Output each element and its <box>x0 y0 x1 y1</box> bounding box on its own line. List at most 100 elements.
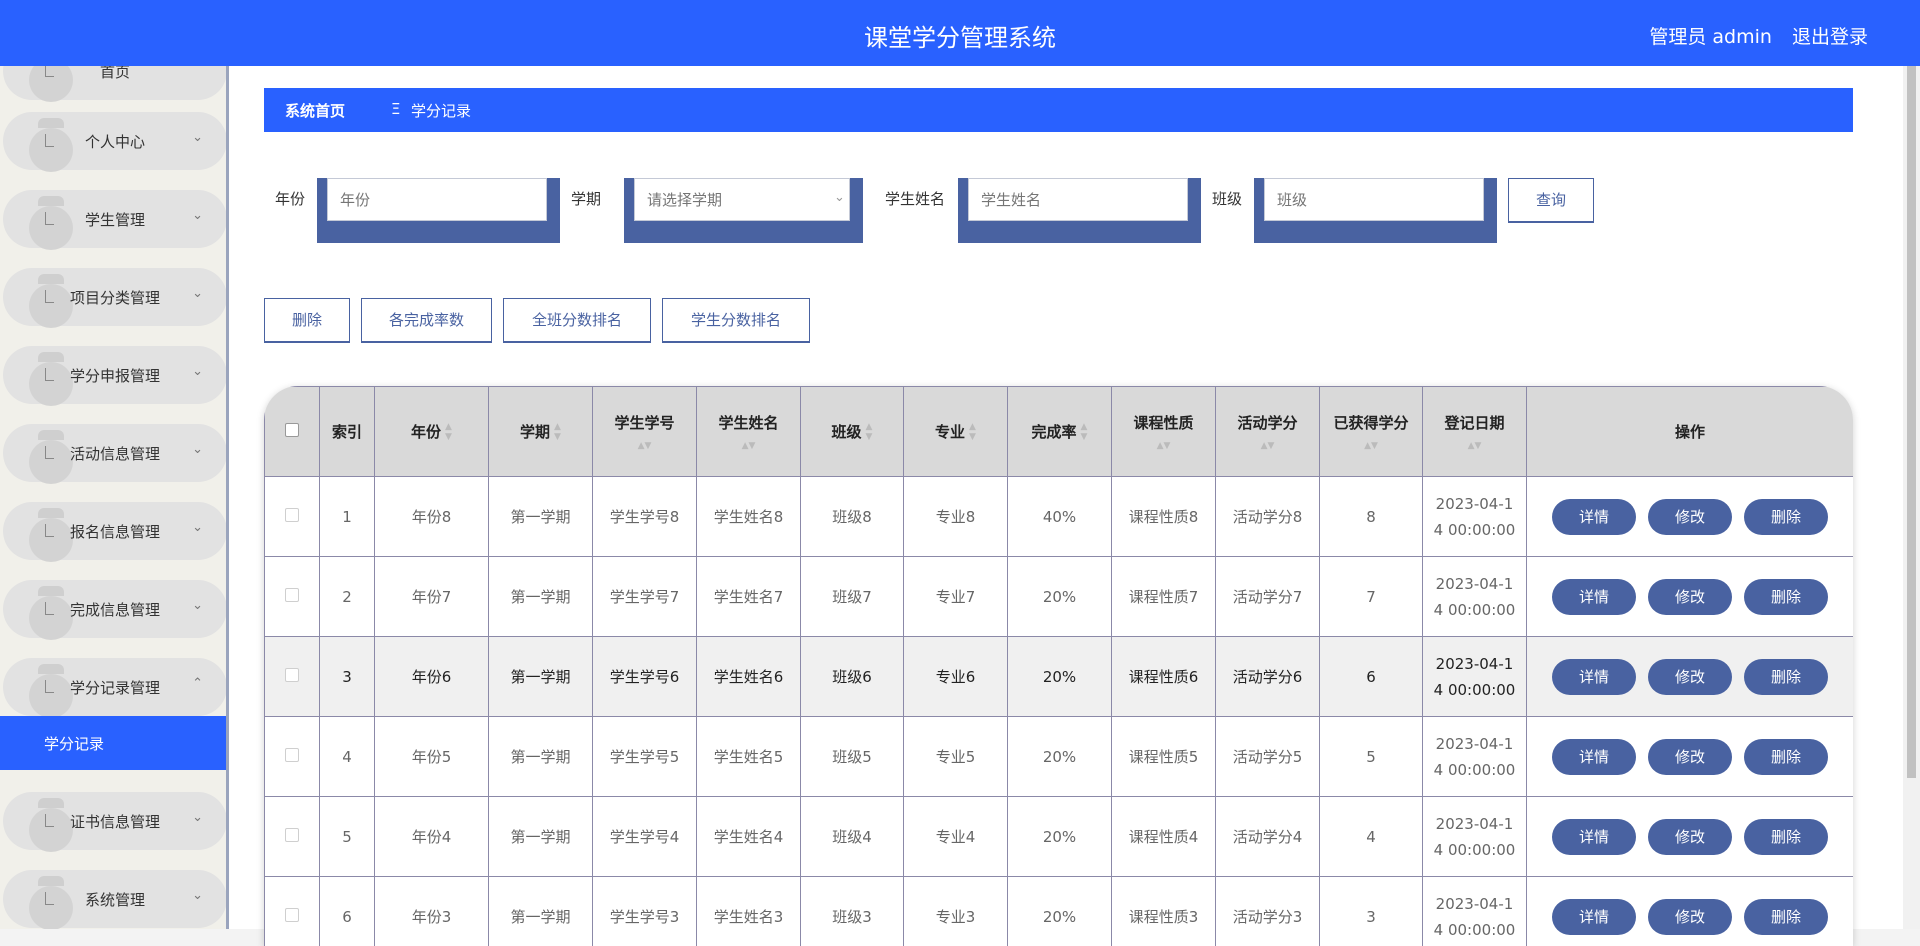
col-class[interactable]: 班级▲▼ <box>801 387 904 477</box>
page-scrollbar[interactable] <box>1903 66 1920 929</box>
scrollbar-thumb[interactable] <box>1907 66 1916 778</box>
sort-icon[interactable]: ▲▼ <box>1081 422 1088 442</box>
sidebar-item-certificates[interactable]: 证书信息管理⌄ <box>3 792 227 850</box>
sidebar-item-home[interactable]: 首页 <box>3 66 227 100</box>
logout-link[interactable]: 退出登录 <box>1792 26 1868 48</box>
col-major[interactable]: 专业▲▼ <box>904 387 1008 477</box>
sidebar: 首页 个人中心⌄ 学生管理⌄ 项目分类管理⌄ 学分申报管理⌄ 活动信息管理⌄ 报… <box>0 66 229 929</box>
col-earned-credit[interactable]: 已获得学分▲▼ <box>1320 387 1423 477</box>
detail-button[interactable]: 详情 <box>1552 579 1636 615</box>
cell-class: 班级6 <box>801 637 904 717</box>
cell-select <box>265 717 320 797</box>
edit-button[interactable]: 修改 <box>1648 579 1732 615</box>
row-delete-button[interactable]: 删除 <box>1744 739 1828 775</box>
cell-index: 1 <box>320 477 375 557</box>
breadcrumb-home[interactable]: 系统首页 <box>285 100 345 121</box>
detail-button[interactable]: 详情 <box>1552 819 1636 855</box>
row-checkbox[interactable] <box>285 908 299 922</box>
table-row: 6年份3第一学期学生学号3学生姓名3班级3专业320%课程性质3活动学分3320… <box>265 877 1854 946</box>
col-completion-rate[interactable]: 完成率▲▼ <box>1008 387 1112 477</box>
cell-year: 年份8 <box>375 477 489 557</box>
cell-class: 班级7 <box>801 557 904 637</box>
query-button[interactable]: 查询 <box>1508 178 1594 223</box>
edit-button[interactable]: 修改 <box>1648 499 1732 535</box>
breadcrumb-current: 学分记录 <box>411 100 471 121</box>
sort-icon[interactable]: ▲▼ <box>697 441 800 451</box>
row-delete-button[interactable]: 删除 <box>1744 579 1828 615</box>
edit-button[interactable]: 修改 <box>1648 819 1732 855</box>
date-line: 4 00:00:00 <box>1423 757 1526 783</box>
cell-course-nature: 课程性质3 <box>1112 877 1216 946</box>
cell-student-no: 学生学号7 <box>593 557 697 637</box>
edit-button[interactable]: 修改 <box>1648 739 1732 775</box>
detail-button[interactable]: 详情 <box>1552 899 1636 935</box>
cell-register-date: 2023-04-14 00:00:00 <box>1423 877 1527 946</box>
edit-button[interactable]: 修改 <box>1648 659 1732 695</box>
chevron-down-icon: ⌄ <box>192 810 203 825</box>
term-select[interactable] <box>634 178 850 221</box>
completion-rate-button[interactable]: 各完成率数 <box>361 298 492 343</box>
sidebar-item-system[interactable]: 系统管理⌄ <box>3 870 227 928</box>
table-row: 5年份4第一学期学生学号4学生姓名4班级4专业420%课程性质4活动学分4420… <box>265 797 1854 877</box>
col-term[interactable]: 学期▲▼ <box>489 387 593 477</box>
sidebar-subitem-credit-record[interactable]: 学分记录 <box>0 716 228 770</box>
sort-icon[interactable]: ▲▼ <box>445 422 452 442</box>
detail-button[interactable]: 详情 <box>1552 739 1636 775</box>
col-year[interactable]: 年份▲▼ <box>375 387 489 477</box>
cell-student-no: 学生学号8 <box>593 477 697 557</box>
sort-icon[interactable]: ▲▼ <box>1216 441 1319 451</box>
year-input[interactable] <box>327 178 547 221</box>
row-delete-button[interactable]: 删除 <box>1744 499 1828 535</box>
sort-icon[interactable]: ▲▼ <box>554 422 561 442</box>
cell-completion-rate: 20% <box>1008 637 1112 717</box>
col-student-name[interactable]: 学生姓名▲▼ <box>697 387 801 477</box>
cell-activity-credit: 活动学分5 <box>1216 717 1320 797</box>
class-rank-button[interactable]: 全班分数排名 <box>503 298 651 343</box>
cell-select <box>265 637 320 717</box>
cell-term: 第一学期 <box>489 877 593 946</box>
sort-icon[interactable]: ▲▼ <box>593 441 696 451</box>
sidebar-item-categories[interactable]: 项目分类管理⌄ <box>3 268 227 326</box>
sidebar-item-profile[interactable]: 个人中心⌄ <box>3 112 227 170</box>
row-checkbox[interactable] <box>285 828 299 842</box>
table-row: 2年份7第一学期学生学号7学生姓名7班级7专业720%课程性质7活动学分7720… <box>265 557 1854 637</box>
sort-icon[interactable]: ▲▼ <box>1112 441 1215 451</box>
select-all-checkbox[interactable] <box>285 423 299 437</box>
row-checkbox[interactable] <box>285 588 299 602</box>
sort-icon[interactable]: ▲▼ <box>969 422 976 442</box>
edit-button[interactable]: 修改 <box>1648 899 1732 935</box>
chevron-down-icon: ⌄ <box>192 130 203 145</box>
cell-earned-credit: 6 <box>1320 637 1423 717</box>
col-student-no[interactable]: 学生学号▲▼ <box>593 387 697 477</box>
cell-activity-credit: 活动学分6 <box>1216 637 1320 717</box>
sidebar-item-credit-apply[interactable]: 学分申报管理⌄ <box>3 346 227 404</box>
row-checkbox[interactable] <box>285 508 299 522</box>
student-name-input[interactable] <box>968 178 1188 221</box>
detail-button[interactable]: 详情 <box>1552 499 1636 535</box>
sidebar-item-activities[interactable]: 活动信息管理⌄ <box>3 424 227 482</box>
sidebar-item-signups[interactable]: 报名信息管理⌄ <box>3 502 227 560</box>
delete-button[interactable]: 删除 <box>264 298 350 343</box>
sidebar-item-credit-records[interactable]: 学分记录管理⌃ <box>3 658 227 716</box>
row-delete-button[interactable]: 删除 <box>1744 899 1828 935</box>
detail-button[interactable]: 详情 <box>1552 659 1636 695</box>
sort-icon[interactable]: ▲▼ <box>1320 441 1422 451</box>
cell-term: 第一学期 <box>489 637 593 717</box>
col-register-date[interactable]: 登记日期▲▼ <box>1423 387 1527 477</box>
row-checkbox[interactable] <box>285 668 299 682</box>
student-rank-button[interactable]: 学生分数排名 <box>662 298 810 343</box>
row-checkbox[interactable] <box>285 748 299 762</box>
col-course-nature[interactable]: 课程性质▲▼ <box>1112 387 1216 477</box>
sort-icon[interactable]: ▲▼ <box>1423 441 1526 451</box>
cell-select <box>265 557 320 637</box>
row-delete-button[interactable]: 删除 <box>1744 659 1828 695</box>
sidebar-item-students[interactable]: 学生管理⌄ <box>3 190 227 248</box>
cell-student-name: 学生姓名7 <box>697 557 801 637</box>
cell-select <box>265 477 320 557</box>
sort-icon[interactable]: ▲▼ <box>866 422 873 442</box>
cell-index: 2 <box>320 557 375 637</box>
class-input[interactable] <box>1264 178 1484 221</box>
sidebar-item-completion[interactable]: 完成信息管理⌄ <box>3 580 227 638</box>
col-activity-credit[interactable]: 活动学分▲▼ <box>1216 387 1320 477</box>
row-delete-button[interactable]: 删除 <box>1744 819 1828 855</box>
